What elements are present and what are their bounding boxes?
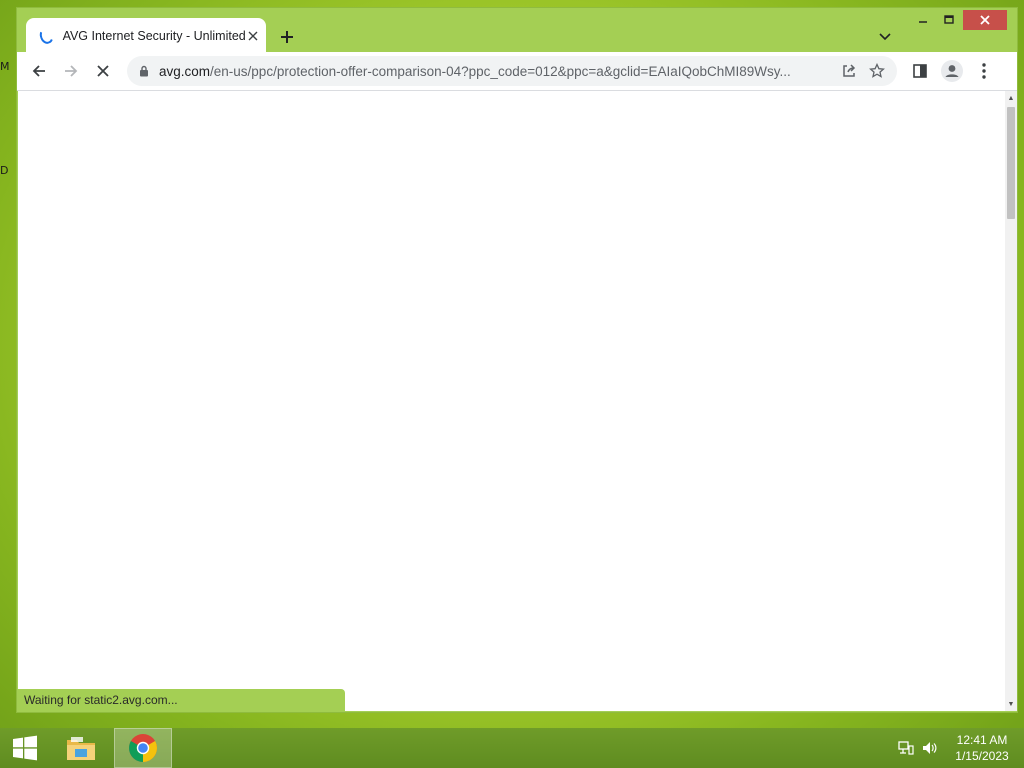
windows-logo-icon <box>13 735 37 761</box>
stop-icon <box>97 65 109 77</box>
minimize-icon <box>919 21 927 23</box>
chrome-logo-icon <box>129 734 157 762</box>
profile-icon <box>941 60 963 82</box>
kebab-menu-icon <box>982 63 986 79</box>
vertical-scrollbar[interactable]: ▲ ▼ <box>1005 91 1017 711</box>
scroll-up-arrow-icon[interactable]: ▲ <box>1005 92 1017 104</box>
close-icon <box>248 31 258 40</box>
taskbar-chrome[interactable] <box>114 728 172 768</box>
minimize-button[interactable] <box>910 10 936 30</box>
url-host: avg.com <box>159 63 211 79</box>
tab-title: AVG Internet Security - Unlimited <box>62 28 246 43</box>
url-path: /en-us/ppc/protection-offer-comparison-0… <box>210 63 791 79</box>
status-bubble: Waiting for static2.avg.com... <box>18 689 345 711</box>
star-icon <box>869 63 885 78</box>
desktop-icon-label-fragment: D <box>0 164 9 177</box>
scroll-down-arrow-icon[interactable]: ▼ <box>1005 698 1017 710</box>
close-window-button[interactable] <box>963 10 1007 30</box>
tab-close-button[interactable] <box>246 26 260 46</box>
desktop-icon-label-fragment: M <box>0 60 10 73</box>
share-button[interactable] <box>835 57 863 85</box>
new-tab-button[interactable] <box>275 25 299 49</box>
url-text[interactable]: avg.com/en-us/ppc/protection-offer-compa… <box>159 64 835 79</box>
tab-search-button[interactable] <box>874 26 896 48</box>
taskbar: 12:41 AM 1/15/2023 <box>0 728 1024 768</box>
loading-spinner-icon <box>37 25 55 46</box>
lock-icon[interactable] <box>137 64 151 78</box>
close-icon <box>980 15 990 25</box>
share-icon <box>843 64 856 77</box>
browser-toolbar: avg.com/en-us/ppc/protection-offer-compa… <box>17 52 1017 91</box>
clock-time: 12:41 AM <box>956 733 1008 747</box>
chevron-down-icon <box>879 33 891 41</box>
maximize-button[interactable] <box>936 10 962 30</box>
menu-button[interactable] <box>970 57 998 85</box>
stop-button[interactable] <box>89 57 117 85</box>
maximize-icon <box>944 15 954 24</box>
start-button[interactable] <box>0 728 50 768</box>
title-bar[interactable]: AVG Internet Security - Unlimited <box>17 8 1017 53</box>
clock-date: 1/15/2023 <box>955 749 1009 763</box>
volume-icon[interactable] <box>921 740 939 756</box>
browser-window: AVG Internet Security - Unlimited avg.co… <box>17 8 1017 712</box>
forward-arrow-icon <box>65 65 78 77</box>
system-clock[interactable]: 12:41 AM 1/15/2023 <box>944 732 1020 764</box>
folder-icon <box>67 737 95 760</box>
address-bar[interactable]: avg.com/en-us/ppc/protection-offer-compa… <box>127 56 897 86</box>
page-content[interactable] <box>18 91 1005 711</box>
side-panel-icon <box>913 64 927 78</box>
side-panel-button[interactable] <box>906 57 934 85</box>
profile-button[interactable] <box>938 57 966 85</box>
network-icon[interactable] <box>897 740 915 756</box>
bookmark-button[interactable] <box>863 57 891 85</box>
tab-active[interactable]: AVG Internet Security - Unlimited <box>26 18 266 53</box>
forward-button[interactable] <box>57 57 85 85</box>
scrollbar-thumb[interactable] <box>1007 107 1015 219</box>
back-arrow-icon <box>32 65 45 77</box>
plus-icon <box>281 31 293 43</box>
taskbar-file-explorer[interactable] <box>55 728 107 768</box>
back-button[interactable] <box>25 57 53 85</box>
